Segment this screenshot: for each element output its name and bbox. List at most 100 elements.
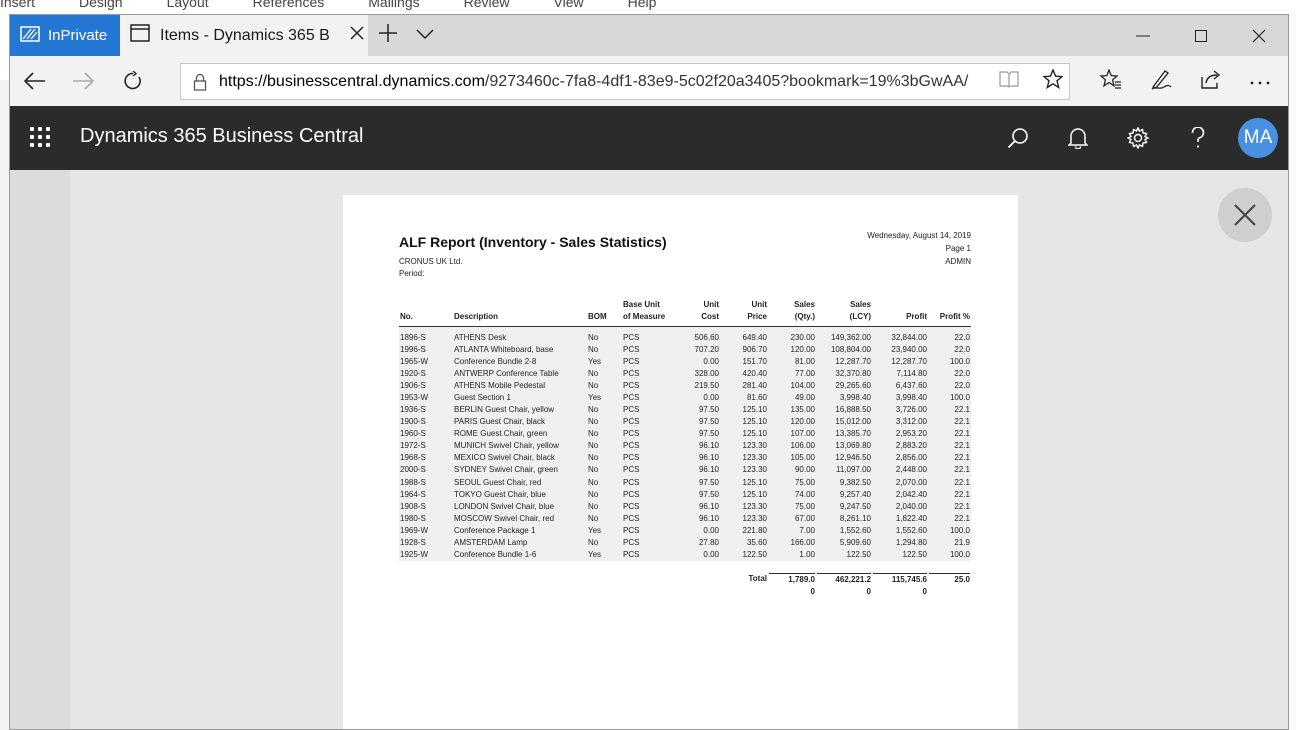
star-icon[interactable] bbox=[1042, 68, 1064, 94]
col-unit-price: Unit Price bbox=[720, 299, 768, 327]
total-qty: 1,789.0 0 bbox=[768, 560, 816, 598]
report-date: Wednesday, August 14, 2019 bbox=[867, 231, 971, 240]
cell-profit: 2,953.20 bbox=[872, 428, 928, 441]
table-row: 1988-S SEOUL Guest Chair, red No PCS 97.50 12… bbox=[399, 476, 971, 489]
forward-arrow-icon[interactable] bbox=[68, 67, 98, 95]
cell-price: 123.30 bbox=[720, 452, 768, 465]
cell-sales: 12,946.50 bbox=[816, 452, 872, 465]
cell-bom: Yes bbox=[587, 356, 622, 369]
cell-sales: 9,382.50 bbox=[816, 476, 872, 489]
pen-icon[interactable] bbox=[1150, 68, 1172, 95]
cell-uom: PCS bbox=[622, 452, 682, 465]
cell-desc: Conference Bundle 2-8 bbox=[453, 356, 587, 369]
cell-desc: Guest Section 1 bbox=[453, 392, 587, 405]
url-host: https://businesscentral.dynamics.com bbox=[219, 72, 485, 90]
table-row: 1972-S MUNICH Swivel Chair, yellow No PCS 96… bbox=[399, 440, 971, 453]
cell-qty: 7.00 bbox=[768, 524, 816, 537]
cell-bom: No bbox=[587, 428, 622, 441]
favorites-icon[interactable] bbox=[1099, 67, 1122, 94]
plus-icon[interactable] bbox=[378, 23, 398, 48]
table-row: 1896-S ATHENS Desk No PCS 506.60 649.40 230.00… bbox=[399, 326, 971, 344]
help-icon[interactable] bbox=[1168, 106, 1228, 170]
cell-sales: 16,888.50 bbox=[816, 404, 872, 417]
table-row: 1965-W Conference Bundle 2-8 Yes PCS 0.00 151… bbox=[399, 356, 971, 369]
cell-uom: PCS bbox=[622, 404, 682, 417]
chevron-down-icon[interactable] bbox=[416, 27, 434, 45]
table-row: 1925-W Conference Bundle 1-6 Yes PCS 0.00 122… bbox=[399, 548, 971, 561]
cell-qty: 75.00 bbox=[768, 500, 816, 513]
cell-bom: No bbox=[587, 344, 622, 357]
cell-price: 122.50 bbox=[720, 548, 768, 561]
app-title[interactable]: Dynamics 365 Business Central bbox=[80, 125, 363, 148]
cell-desc: Conference Bundle 1-6 bbox=[453, 548, 587, 561]
cell-qty: 75.00 bbox=[768, 476, 816, 489]
cell-pct: 22.1 bbox=[928, 500, 971, 513]
minimize-button[interactable] bbox=[1114, 15, 1172, 56]
maximize-button[interactable] bbox=[1172, 15, 1230, 56]
word-ribbon-tabs: Insert Design Layout References Mailings Revi… bbox=[0, 0, 700, 10]
cell-profit: 7,114.80 bbox=[872, 368, 928, 381]
cell-desc: TOKYO Guest Chair, blue bbox=[453, 488, 587, 501]
cell-price: 649.40 bbox=[720, 326, 768, 344]
cell-desc: SEOUL Guest Chair, red bbox=[453, 476, 587, 489]
search-icon[interactable] bbox=[988, 106, 1048, 170]
cell-qty: 1.00 bbox=[768, 548, 816, 561]
cell-no: 1960-S bbox=[399, 428, 453, 441]
back-arrow-icon[interactable] bbox=[20, 67, 50, 95]
cell-no: 1972-S bbox=[399, 440, 453, 453]
cell-qty: 166.00 bbox=[768, 536, 816, 549]
ribbon-tab: References bbox=[252, 0, 325, 10]
cell-pct: 22.0 bbox=[928, 344, 971, 357]
cell-price: 151.70 bbox=[720, 356, 768, 369]
cell-price: 123.30 bbox=[720, 464, 768, 477]
cell-profit: 2,040.00 bbox=[872, 500, 928, 513]
cell-desc: ATHENS Mobile Pedestal bbox=[453, 380, 587, 393]
cell-sales: 5,909.60 bbox=[816, 536, 872, 549]
reading-view-icon[interactable] bbox=[999, 70, 1019, 93]
close-icon[interactable] bbox=[350, 26, 364, 45]
cell-uom: PCS bbox=[622, 548, 682, 561]
cell-sales: 122.50 bbox=[816, 548, 872, 561]
cell-pct: 22.1 bbox=[928, 440, 971, 453]
bell-icon[interactable] bbox=[1048, 106, 1108, 170]
cell-cost: 0.00 bbox=[682, 548, 720, 561]
cell-profit: 6,437.60 bbox=[872, 380, 928, 393]
close-window-button[interactable] bbox=[1230, 15, 1288, 56]
gear-icon[interactable] bbox=[1108, 106, 1168, 170]
col-profit-pct: Profit % bbox=[928, 299, 971, 327]
cell-qty: 77.00 bbox=[768, 368, 816, 381]
more-icon[interactable] bbox=[1250, 72, 1270, 90]
app-launcher-icon[interactable] bbox=[30, 127, 50, 147]
table-row: 1996-S ATLANTA Whiteboard, base No PCS 707.2… bbox=[399, 344, 971, 357]
cell-desc: Conference Package 1 bbox=[453, 524, 587, 537]
cell-pct: 21.9 bbox=[928, 536, 971, 549]
inprivate-badge[interactable]: InPrivate bbox=[10, 15, 120, 56]
cell-desc: ANTWERP Conference Table bbox=[453, 368, 587, 381]
cell-price: 123.30 bbox=[720, 500, 768, 513]
cell-profit: 2,042.40 bbox=[872, 488, 928, 501]
cell-pct: 100.0 bbox=[928, 392, 971, 405]
cell-uom: PCS bbox=[622, 326, 682, 344]
cell-qty: 105.00 bbox=[768, 452, 816, 465]
cell-pct: 22.0 bbox=[928, 368, 971, 381]
close-preview-button[interactable] bbox=[1218, 188, 1272, 242]
url-field[interactable]: https://businesscentral.dynamics.com/927… bbox=[180, 63, 1070, 100]
cell-qty: 135.00 bbox=[768, 404, 816, 417]
cell-pct: 22.1 bbox=[928, 488, 971, 501]
cell-qty: 120.00 bbox=[768, 416, 816, 429]
table-row: 1908-S LONDON Swivel Chair, blue No PCS 96.1… bbox=[399, 500, 971, 513]
cell-bom: No bbox=[587, 440, 622, 453]
cell-uom: PCS bbox=[622, 428, 682, 441]
cell-pct: 100.0 bbox=[928, 524, 971, 537]
refresh-icon[interactable] bbox=[118, 67, 148, 95]
col-sales-lcy: Sales (LCY) bbox=[816, 299, 872, 327]
tab-items[interactable]: Items - Dynamics 365 B bbox=[120, 15, 368, 56]
cell-qty: 81.00 bbox=[768, 356, 816, 369]
share-icon[interactable] bbox=[1200, 69, 1222, 94]
avatar[interactable]: MA bbox=[1238, 118, 1278, 158]
lock-icon[interactable] bbox=[181, 73, 219, 91]
cell-no: 1969-W bbox=[399, 524, 453, 537]
cell-pct: 100.0 bbox=[928, 548, 971, 561]
table-row: 1960-S ROME Guest Chair, green No PCS 97.50 1… bbox=[399, 428, 971, 441]
cell-profit: 3,998.40 bbox=[872, 392, 928, 405]
